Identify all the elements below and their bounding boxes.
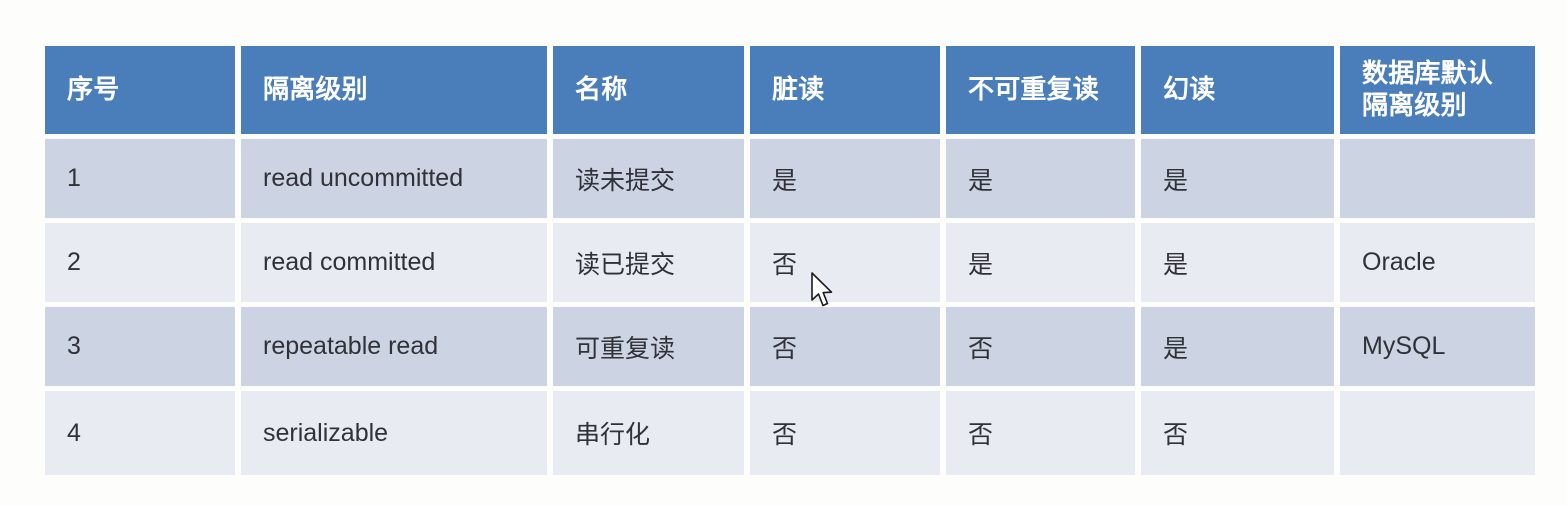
- cell-phantom-read: 否: [1141, 391, 1340, 475]
- table-row[interactable]: 2 read committed 读已提交 否 是 是 Oracle: [45, 223, 1535, 307]
- cell-db-default: MySQL: [1340, 307, 1535, 391]
- column-header-db-default-isolation[interactable]: 数据库默认 隔离级别: [1340, 46, 1535, 139]
- cell-isolation: read committed: [241, 223, 553, 307]
- page-background: 序号 隔离级别 名称 脏读 不可重复读 幻读 数据库默认 隔离级别 1 read…: [0, 0, 1567, 505]
- isolation-level-table-container: 序号 隔离级别 名称 脏读 不可重复读 幻读 数据库默认 隔离级别 1 read…: [45, 46, 1535, 475]
- cell-nonrepeatable: 否: [946, 391, 1141, 475]
- column-header-phantom-read[interactable]: 幻读: [1141, 46, 1340, 139]
- cell-dirty-read: 否: [750, 223, 946, 307]
- cell-name: 读已提交: [553, 223, 750, 307]
- cell-phantom-read: 是: [1141, 223, 1340, 307]
- cell-nonrepeatable: 否: [946, 307, 1141, 391]
- cell-db-default: Oracle: [1340, 223, 1535, 307]
- cell-nonrepeatable: 是: [946, 139, 1141, 223]
- table-row[interactable]: 4 serializable 串行化 否 否 否: [45, 391, 1535, 475]
- cell-name: 可重复读: [553, 307, 750, 391]
- cell-nonrepeatable: 是: [946, 223, 1141, 307]
- cell-seq: 2: [45, 223, 241, 307]
- cell-phantom-read: 是: [1141, 139, 1340, 223]
- table-row[interactable]: 3 repeatable read 可重复读 否 否 是 MySQL: [45, 307, 1535, 391]
- cell-seq: 4: [45, 391, 241, 475]
- cell-isolation: serializable: [241, 391, 553, 475]
- cell-name: 读未提交: [553, 139, 750, 223]
- cell-isolation: read uncommitted: [241, 139, 553, 223]
- column-header-seq[interactable]: 序号: [45, 46, 241, 139]
- column-header-nonrepeatable-read[interactable]: 不可重复读: [946, 46, 1141, 139]
- table-row[interactable]: 1 read uncommitted 读未提交 是 是 是: [45, 139, 1535, 223]
- cell-db-default: [1340, 391, 1535, 475]
- cell-db-default: [1340, 139, 1535, 223]
- column-header-name[interactable]: 名称: [553, 46, 750, 139]
- cell-seq: 3: [45, 307, 241, 391]
- cell-phantom-read: 是: [1141, 307, 1340, 391]
- cell-dirty-read: 否: [750, 307, 946, 391]
- isolation-level-table: 序号 隔离级别 名称 脏读 不可重复读 幻读 数据库默认 隔离级别 1 read…: [45, 46, 1535, 475]
- column-header-dirty-read[interactable]: 脏读: [750, 46, 946, 139]
- cell-dirty-read: 否: [750, 391, 946, 475]
- cell-seq: 1: [45, 139, 241, 223]
- cell-name: 串行化: [553, 391, 750, 475]
- cell-dirty-read: 是: [750, 139, 946, 223]
- table-header: 序号 隔离级别 名称 脏读 不可重复读 幻读 数据库默认 隔离级别: [45, 46, 1535, 139]
- cell-isolation: repeatable read: [241, 307, 553, 391]
- table-body: 1 read uncommitted 读未提交 是 是 是 2 read com…: [45, 139, 1535, 475]
- table-header-row: 序号 隔离级别 名称 脏读 不可重复读 幻读 数据库默认 隔离级别: [45, 46, 1535, 139]
- column-header-isolation[interactable]: 隔离级别: [241, 46, 553, 139]
